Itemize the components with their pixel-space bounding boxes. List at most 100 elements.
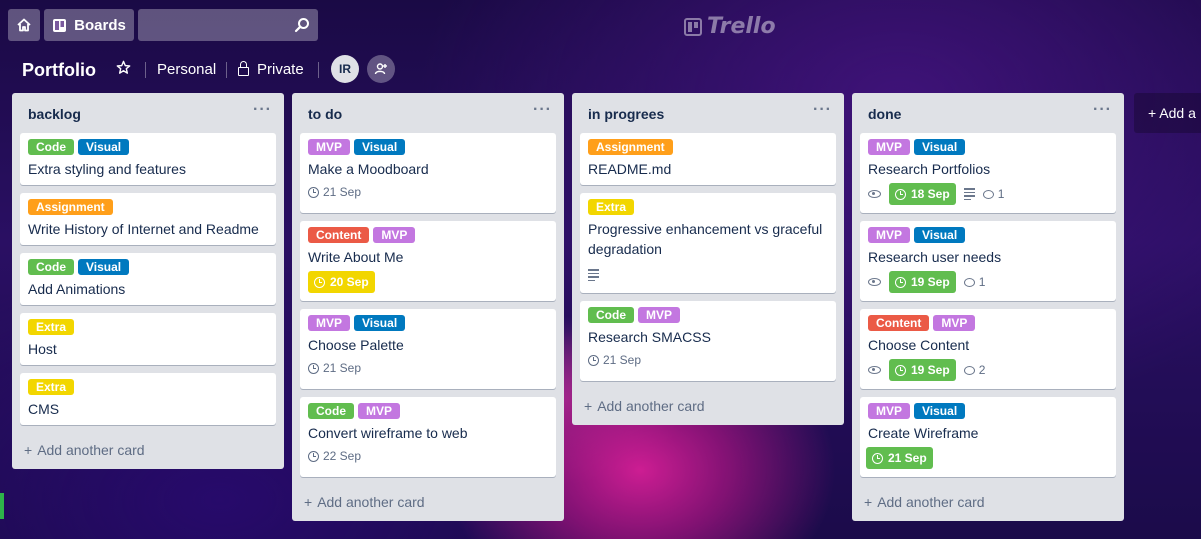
card-title: README.md bbox=[588, 161, 672, 177]
comments-badge: 1 bbox=[963, 275, 985, 289]
card[interactable]: Code Visual Extra styling and features bbox=[20, 133, 276, 185]
card-label: Extra bbox=[28, 379, 75, 395]
due-date-badge[interactable]: 19 Sep bbox=[889, 359, 956, 381]
add-card-label: Add another card bbox=[597, 398, 705, 414]
team-button[interactable]: Personal bbox=[157, 61, 216, 78]
clock-icon bbox=[872, 452, 883, 464]
list-menu-icon[interactable]: ··· bbox=[813, 101, 832, 119]
card-title: Choose Palette bbox=[308, 337, 404, 353]
member-avatar[interactable]: IR bbox=[331, 55, 359, 83]
card[interactable]: Content MVP Write About Me 20 Sep bbox=[300, 221, 556, 301]
search-field[interactable] bbox=[138, 9, 318, 41]
list-menu-icon[interactable]: ··· bbox=[533, 101, 552, 119]
card[interactable]: Extra CMS bbox=[20, 373, 276, 425]
list-menu-icon[interactable]: ··· bbox=[253, 101, 272, 119]
due-date-badge[interactable]: 21 Sep bbox=[588, 353, 641, 367]
list-in-progress[interactable]: in progrees ··· Assignment README.md Ext… bbox=[572, 93, 844, 425]
add-card-button[interactable]: + Add another card bbox=[24, 442, 145, 458]
due-date-badge[interactable]: 21 Sep bbox=[308, 361, 361, 375]
card-title: Host bbox=[28, 341, 57, 357]
card-title: Make a Moodboard bbox=[308, 161, 429, 177]
card[interactable]: Code MVP Convert wireframe to web 22 Sep bbox=[300, 397, 556, 477]
description-icon bbox=[963, 188, 975, 200]
card-title: Write History of Internet and Readme bbox=[28, 221, 259, 237]
list-to-do[interactable]: to do ··· MVP Visual Make a Moodboard 21… bbox=[292, 93, 564, 521]
add-card-label: Add another card bbox=[317, 494, 425, 510]
due-date: 20 Sep bbox=[330, 275, 369, 289]
add-list-label: Add a bbox=[1159, 105, 1196, 121]
search-input[interactable] bbox=[138, 9, 288, 41]
list-menu-icon[interactable]: ··· bbox=[1093, 101, 1112, 119]
list-backlog[interactable]: backlog ··· Code Visual Extra styling an… bbox=[12, 93, 284, 469]
card[interactable]: Extra Progressive enhancement vs gracefu… bbox=[580, 193, 836, 293]
invite-button[interactable] bbox=[367, 55, 395, 83]
comment-icon bbox=[963, 277, 975, 287]
plus-icon: + bbox=[304, 494, 313, 510]
add-card-button[interactable]: + Add another card bbox=[864, 494, 985, 510]
card-title: Convert wireframe to web bbox=[308, 425, 468, 441]
card-title: CMS bbox=[28, 401, 60, 417]
list-title[interactable]: done bbox=[868, 106, 901, 122]
due-date-badge[interactable]: 21 Sep bbox=[866, 447, 933, 469]
card[interactable]: MVP Visual Research user needs 19 Sep 1 bbox=[860, 221, 1116, 301]
clock-icon bbox=[895, 364, 906, 376]
card-label: MVP bbox=[308, 139, 351, 155]
home-button[interactable] bbox=[8, 9, 40, 41]
card[interactable]: Assignment Write History of Internet and… bbox=[20, 193, 276, 245]
star-icon[interactable] bbox=[116, 60, 131, 75]
list-title[interactable]: backlog bbox=[28, 106, 81, 122]
card[interactable]: Extra Host bbox=[20, 313, 276, 365]
card[interactable]: MVP Visual Choose Palette 21 Sep bbox=[300, 309, 556, 389]
card[interactable]: MVP Visual Create Wireframe 21 Sep bbox=[860, 397, 1116, 477]
due-date-badge[interactable]: 19 Sep bbox=[889, 271, 956, 293]
card-title: Create Wireframe bbox=[868, 425, 979, 441]
list-title[interactable]: in progrees bbox=[588, 106, 664, 122]
window-edge bbox=[0, 493, 4, 519]
card-label: Visual bbox=[914, 227, 966, 243]
card-label: Visual bbox=[354, 139, 406, 155]
card-title: Research user needs bbox=[868, 249, 1002, 265]
add-card-button[interactable]: + Add another card bbox=[584, 398, 705, 414]
card[interactable]: Code Visual Add Animations bbox=[20, 253, 276, 305]
header-divider bbox=[226, 62, 227, 78]
visibility-button[interactable]: Private bbox=[238, 61, 304, 78]
card-label: Extra bbox=[588, 199, 635, 215]
clock-icon bbox=[895, 188, 906, 200]
list-done[interactable]: done ··· MVP Visual Research Portfolios … bbox=[852, 93, 1124, 521]
header-divider bbox=[318, 62, 319, 78]
add-member-icon bbox=[374, 63, 387, 75]
card-label: Assignment bbox=[28, 199, 113, 215]
plus-icon: + bbox=[1148, 105, 1160, 121]
card[interactable]: Content MVP Choose Content 19 Sep 2 bbox=[860, 309, 1116, 389]
boards-label: Boards bbox=[74, 16, 126, 34]
card-label: MVP bbox=[868, 403, 911, 419]
due-date-badge[interactable]: 22 Sep bbox=[308, 449, 361, 463]
board-title[interactable]: Portfolio bbox=[22, 60, 96, 81]
due-date-badge[interactable]: 20 Sep bbox=[308, 271, 375, 293]
add-card-button[interactable]: + Add another card bbox=[304, 494, 425, 510]
trello-logo-icon bbox=[684, 17, 702, 36]
trello-logo[interactable]: Trello bbox=[684, 14, 776, 39]
card-label: Code bbox=[308, 403, 354, 419]
card-title: Research SMACSS bbox=[588, 329, 711, 345]
clock-icon bbox=[895, 276, 906, 288]
boards-button[interactable]: Boards bbox=[44, 9, 134, 41]
due-date-badge[interactable]: 21 Sep bbox=[308, 185, 361, 199]
card[interactable]: MVP Visual Make a Moodboard 21 Sep bbox=[300, 133, 556, 213]
list-title[interactable]: to do bbox=[308, 106, 342, 122]
card-label: Visual bbox=[78, 139, 130, 155]
card-label: Code bbox=[588, 307, 634, 323]
clock-icon bbox=[308, 450, 319, 462]
due-date: 19 Sep bbox=[911, 275, 950, 289]
plus-icon: + bbox=[24, 442, 33, 458]
card[interactable]: Code MVP Research SMACSS 21 Sep bbox=[580, 301, 836, 381]
add-list-button[interactable]: + Add a bbox=[1134, 93, 1201, 133]
card[interactable]: MVP Visual Research Portfolios 18 Sep 1 bbox=[860, 133, 1116, 213]
due-date: 21 Sep bbox=[888, 451, 927, 465]
card-label: Visual bbox=[914, 403, 966, 419]
due-date: 21 Sep bbox=[323, 361, 362, 375]
search-icon[interactable] bbox=[294, 17, 310, 33]
comment-icon bbox=[982, 189, 994, 199]
card[interactable]: Assignment README.md bbox=[580, 133, 836, 185]
due-date-badge[interactable]: 18 Sep bbox=[889, 183, 956, 205]
